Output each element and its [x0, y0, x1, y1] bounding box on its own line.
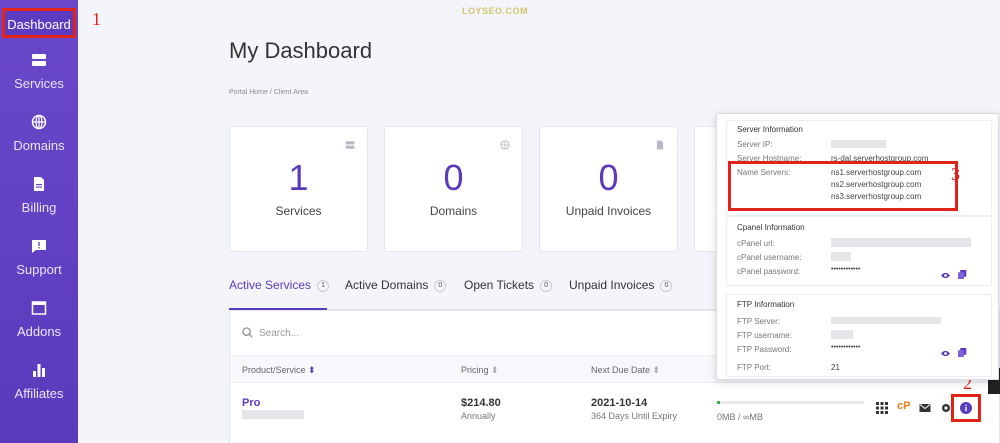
sidebar-item-label: Support [16, 262, 62, 277]
section-title: FTP Information [737, 300, 795, 309]
tab-unpaid-invoices[interactable]: Unpaid Invoices 0 [569, 278, 673, 292]
sidebar: Dashboard Services Domains Billing Suppo… [0, 0, 78, 443]
copy-icon[interactable] [958, 344, 967, 362]
apps-grid-icon[interactable] [876, 401, 888, 419]
row-billing-cycle: Annually [461, 411, 496, 421]
stat-label: Domains [429, 204, 478, 218]
page-title: My Dashboard [229, 38, 373, 63]
search-icon [242, 327, 253, 338]
document-icon [0, 176, 78, 194]
copy-icon[interactable] [958, 266, 967, 284]
tab-count-badge: 0 [540, 279, 553, 292]
stat-value: 0 [443, 157, 464, 198]
ftp-information-section: FTP Information FTP Server: FTP username… [726, 294, 992, 377]
section-title: Server Information [737, 125, 803, 134]
globe-icon [500, 137, 510, 150]
sidebar-item-label: Billing [21, 200, 57, 215]
breadcrumb[interactable]: Portal Home / Client Area [229, 89, 308, 96]
tab-active-services[interactable]: Active Services 1 [229, 278, 330, 292]
section-title: Cpanel Information [737, 223, 805, 232]
annotation-box-name-servers [728, 161, 958, 211]
annotation-number-3: 3 [951, 164, 960, 184]
product-name-link[interactable]: Pro [242, 397, 260, 409]
usage-bar [717, 401, 864, 404]
redacted-ftp-username [831, 330, 853, 339]
stat-value: 1 [288, 157, 309, 198]
column-header-next-due[interactable]: Next Due Date ⬍ [591, 365, 660, 376]
cpanel-information-section: Cpanel Information cPanel url: cPanel us… [726, 216, 992, 286]
sort-icon: ⬍ [308, 365, 316, 375]
search-input[interactable]: Search... [242, 327, 299, 339]
info-icon[interactable] [960, 401, 972, 419]
row-disk-usage: 0MB / ∞MB [717, 412, 763, 422]
sidebar-item-billing[interactable]: Billing [0, 176, 78, 215]
usage-bar-fill [717, 401, 720, 404]
mail-icon[interactable] [919, 401, 931, 419]
tab-label: Unpaid Invoices [569, 278, 655, 292]
redacted-domain [242, 410, 304, 419]
sidebar-item-domains[interactable]: Domains [0, 114, 78, 153]
column-header-product[interactable]: Product/Service ⬍ [242, 365, 316, 376]
watermark: LOYSEO.COM [462, 6, 529, 16]
sidebar-item-dashboard[interactable]: Dashboard [2, 8, 76, 38]
tab-count-badge: 0 [660, 279, 673, 292]
sidebar-item-label: Affiliates [14, 386, 64, 401]
sort-icon: ⬍ [491, 365, 499, 375]
sidebar-item-label: Domains [13, 138, 65, 153]
bar-chart-icon [0, 362, 78, 380]
ftp-password-label: FTP Password: [737, 345, 792, 354]
server-info-popup: Server Information Server IP: Server Hos… [716, 113, 999, 380]
stat-card-unpaid-invoices[interactable]: 0 Unpaid Invoices [539, 126, 678, 252]
tab-count-badge: 0 [434, 279, 447, 292]
row-due-date: 2021-10-14 [591, 397, 648, 409]
sidebar-item-affiliates[interactable]: Affiliates [0, 362, 78, 401]
column-header-pricing[interactable]: Pricing ⬍ [461, 365, 499, 376]
ftp-port-label: FTP Port: [737, 363, 772, 372]
document-icon [655, 137, 665, 150]
stat-value: 0 [598, 157, 619, 198]
row-due-note: 364 Days Until Expiry [591, 411, 678, 421]
cpanel-url-label: cPanel url: [737, 239, 775, 248]
cpanel-password-label: cPanel password: [737, 267, 801, 276]
redacted-ftp-server [831, 317, 941, 324]
sidebar-item-label: Dashboard [7, 17, 71, 32]
tab-open-tickets[interactable]: Open Tickets 0 [464, 278, 553, 292]
stat-card-services[interactable]: 1 Services [229, 126, 368, 252]
ftp-port-value: 21 [831, 363, 840, 372]
chat-alert-icon [0, 238, 78, 256]
redacted-cpanel-username [831, 252, 851, 261]
window-icon [0, 300, 78, 318]
stat-card-domains[interactable]: 0 Domains [384, 126, 523, 252]
server-icon [0, 52, 78, 70]
cpanel-password-value: •••••••••••• [831, 266, 861, 273]
server-icon [345, 137, 355, 149]
ftp-server-label: FTP Server: [737, 317, 780, 326]
server-ip-label: Server IP: [737, 140, 773, 149]
sidebar-item-addons[interactable]: Addons [0, 300, 78, 339]
tab-label: Open Tickets [464, 278, 535, 292]
search-placeholder: Search... [259, 328, 300, 339]
stat-label: Unpaid Invoices [565, 204, 652, 218]
eye-icon[interactable] [941, 267, 950, 285]
cpanel-username-label: cPanel username: [737, 253, 802, 262]
sidebar-item-label: Addons [16, 324, 62, 339]
annotation-number-1: 1 [92, 9, 101, 29]
cpanel-icon[interactable]: cP [897, 400, 910, 412]
sidebar-item-label: Services [14, 76, 64, 91]
globe-icon [0, 114, 78, 132]
eye-icon[interactable] [941, 345, 950, 363]
tab-active-domains[interactable]: Active Domains 0 [345, 278, 447, 292]
tab-label: Active Services [229, 278, 312, 292]
sidebar-item-services[interactable]: Services [0, 52, 78, 91]
row-price: $214.80 [461, 397, 501, 409]
redacted-ip [831, 140, 886, 148]
stat-label: Services [275, 204, 322, 218]
sort-icon: ⬍ [652, 365, 661, 375]
ftp-password-value: •••••••••••• [831, 344, 861, 351]
sidebar-item-support[interactable]: Support [0, 238, 78, 277]
ftp-username-label: FTP username: [737, 331, 792, 340]
tab-label: Active Domains [345, 278, 429, 292]
redacted-cpanel-url [831, 238, 971, 247]
tab-count-badge: 1 [317, 279, 330, 292]
